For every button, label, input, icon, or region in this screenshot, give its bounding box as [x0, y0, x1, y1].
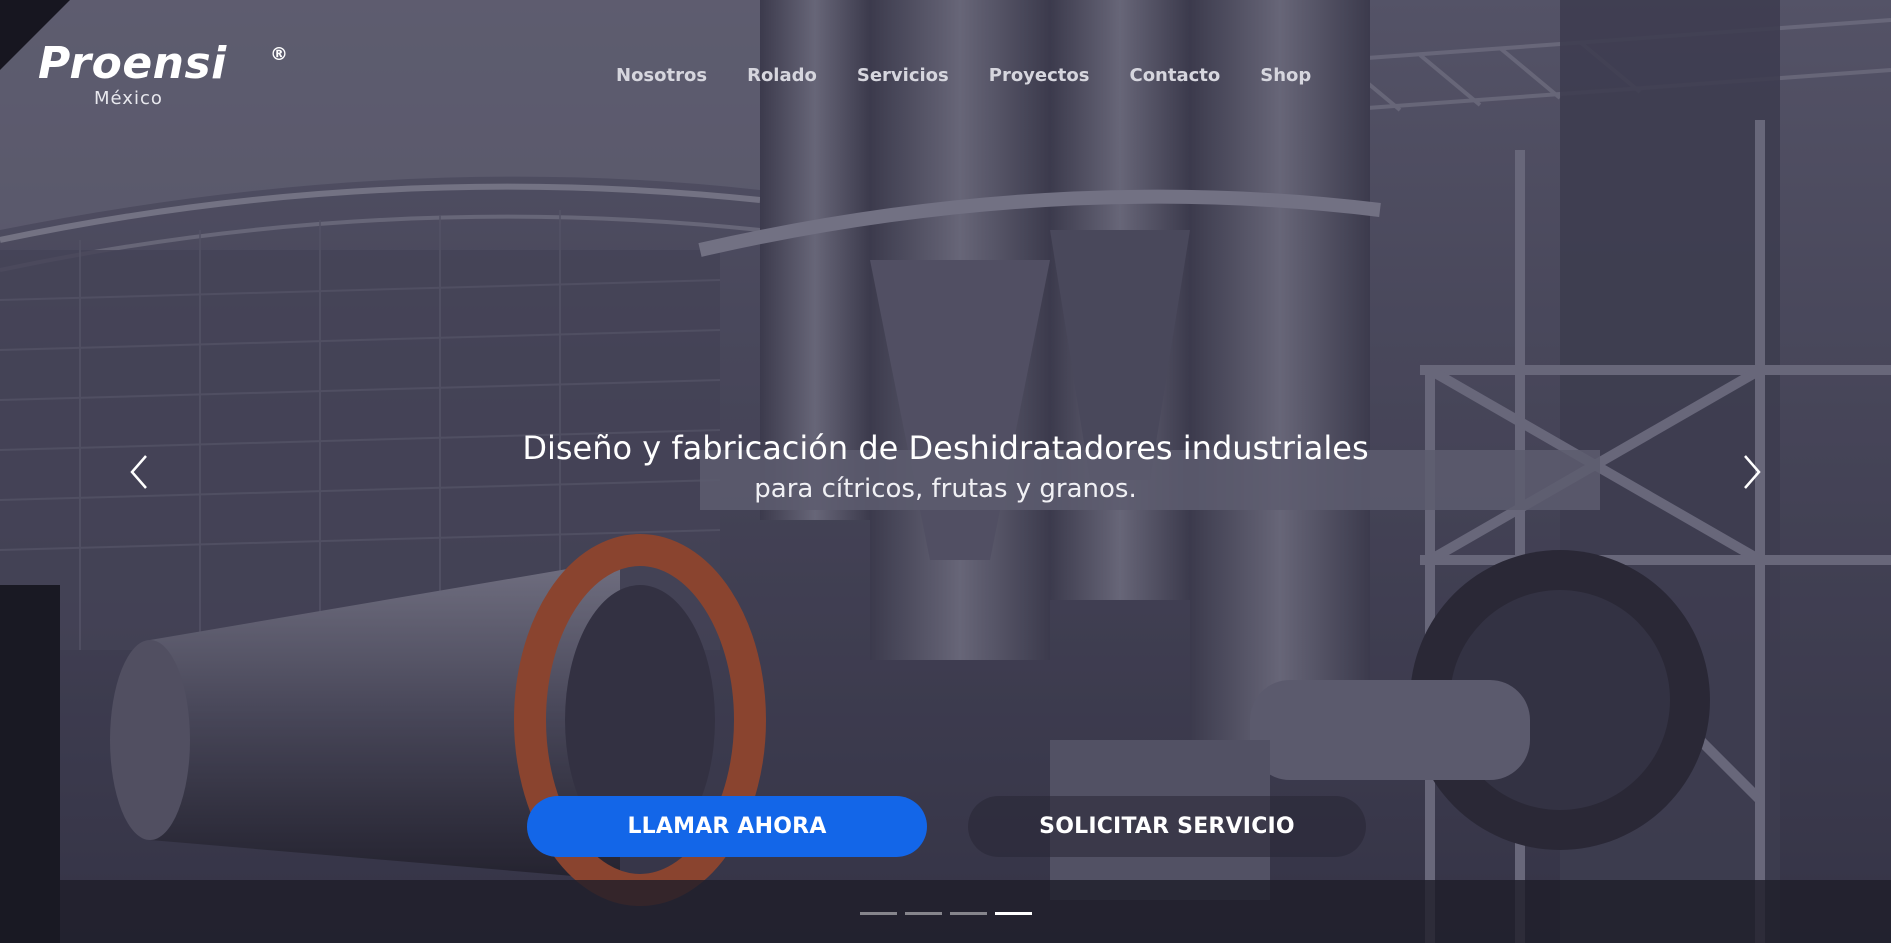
carousel-indicator-2[interactable] — [905, 912, 942, 915]
registered-mark: ® — [270, 44, 288, 65]
chevron-right-icon — [1744, 455, 1761, 489]
chevron-left-icon — [130, 455, 147, 489]
brand-logo[interactable]: Proensi ® México — [38, 38, 288, 112]
nav-item-proyectos[interactable]: Proyectos — [989, 64, 1090, 88]
carousel-indicator-1[interactable] — [860, 912, 897, 915]
hero-carousel: Proensi ® México Nosotros Rolado Servici… — [0, 0, 1891, 943]
hero-subline: para cítricos, frutas y granos. — [754, 474, 1137, 504]
carousel-next-button[interactable] — [1737, 452, 1767, 492]
main-nav: Nosotros Rolado Servicios Proyectos Cont… — [616, 64, 1351, 88]
nav-item-rolado[interactable]: Rolado — [747, 64, 817, 88]
brand-name: Proensi — [38, 38, 227, 89]
nav-item-contacto[interactable]: Contacto — [1129, 64, 1220, 88]
carousel-indicators — [860, 912, 1032, 915]
request-service-button[interactable]: SOLICITAR SERVICIO — [968, 796, 1366, 857]
nav-item-shop[interactable]: Shop — [1260, 64, 1311, 88]
nav-item-servicios[interactable]: Servicios — [857, 64, 949, 88]
carousel-indicator-4[interactable] — [995, 912, 1032, 915]
carousel-prev-button[interactable] — [126, 452, 156, 492]
call-now-button[interactable]: LLAMAR AHORA — [527, 796, 927, 857]
brand-subtitle: México — [94, 88, 163, 109]
carousel-indicator-3[interactable] — [950, 912, 987, 915]
nav-item-nosotros[interactable]: Nosotros — [616, 64, 707, 88]
hero-headline: Diseño y fabricación de Deshidratadores … — [522, 429, 1369, 467]
